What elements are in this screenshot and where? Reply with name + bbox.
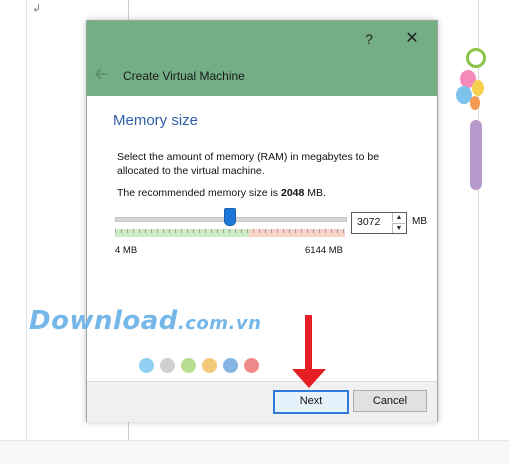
slider-min-label: 4 MB xyxy=(115,245,138,256)
recommended-memory-text: The recommended memory size is 2048 MB. xyxy=(117,187,326,199)
create-vm-dialog: ? ✕ Create Virtual Machine Memory size S… xyxy=(29,20,438,422)
background-right-panel xyxy=(474,0,509,463)
memory-slider-thumb[interactable] xyxy=(223,208,236,226)
help-button[interactable]: ? xyxy=(359,29,379,49)
recommend-suffix: MB. xyxy=(304,187,326,199)
memory-spinbox-value[interactable]: 3072 xyxy=(357,216,380,228)
cancel-button[interactable]: Cancel xyxy=(353,390,427,412)
watermark-dot xyxy=(223,358,238,373)
close-button[interactable]: ✕ xyxy=(402,29,422,49)
next-button[interactable]: Next xyxy=(273,390,349,414)
balloon-decoration xyxy=(466,48,486,68)
memory-unit-label: MB xyxy=(412,216,427,227)
memory-size-page: Memory size Select the amount of memory … xyxy=(29,96,437,381)
recommend-prefix: The recommended memory size is xyxy=(117,187,281,199)
watermark-dot xyxy=(181,358,196,373)
dialog-title-bar: ? ✕ Create Virtual Machine xyxy=(87,21,437,96)
memory-spinbox[interactable]: 3072 ▲ ▼ xyxy=(351,212,407,234)
watermark-dots xyxy=(139,358,259,374)
page-heading: Memory size xyxy=(113,112,199,129)
left-arrow-icon xyxy=(94,68,108,80)
background-divider-left xyxy=(26,0,27,463)
annotation-arrow-head xyxy=(292,369,326,388)
watermark-dot xyxy=(202,358,217,373)
slider-ticks xyxy=(115,229,345,233)
watermark-dot xyxy=(160,358,175,373)
back-arrow-icon[interactable] xyxy=(94,68,111,80)
mascot-decoration xyxy=(470,120,482,190)
watermark-text: Download xyxy=(29,306,178,336)
balloon-decoration xyxy=(470,96,480,110)
slider-max-label: 6144 MB xyxy=(305,245,344,256)
background-window-top xyxy=(0,0,509,22)
watermark-suffix: .com.vn xyxy=(177,313,262,334)
background-corner-glyph: ↲ xyxy=(32,3,42,15)
watermark-dot xyxy=(139,358,154,373)
spin-down-icon[interactable]: ▼ xyxy=(392,223,405,233)
wizard-title: Create Virtual Machine xyxy=(123,69,245,83)
dialog-footer: Next Cancel xyxy=(87,381,437,422)
watermark-dot xyxy=(244,358,259,373)
background-divider-right xyxy=(478,0,479,463)
spin-up-icon[interactable]: ▲ xyxy=(392,213,405,222)
balloon-decoration xyxy=(472,80,484,96)
watermark-logo: Download.com.vn xyxy=(29,306,509,336)
memory-description: Select the amount of memory (RAM) in meg… xyxy=(117,151,380,177)
annotation-arrow-shaft xyxy=(305,315,312,371)
recommend-value: 2048 xyxy=(280,187,305,199)
background-bottom-bar xyxy=(0,440,509,464)
